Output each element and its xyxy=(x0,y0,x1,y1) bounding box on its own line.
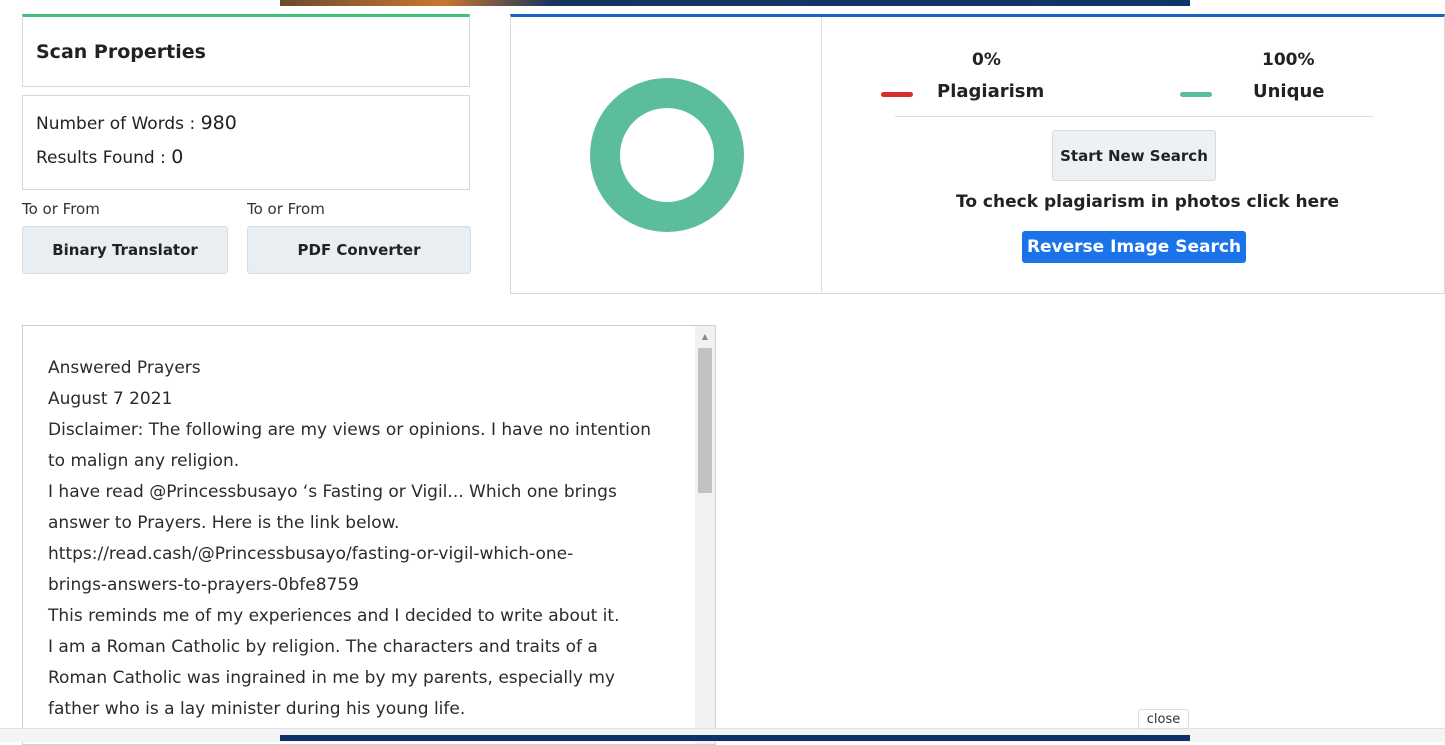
unique-ring xyxy=(590,78,744,232)
document-line: Disclaimer: The following are my views o… xyxy=(48,420,652,440)
document-line: https://read.cash/@Princessbusayo/fastin… xyxy=(48,544,574,564)
top-banner-ad[interactable] xyxy=(280,0,1190,6)
plagiarism-legend-swatch xyxy=(881,92,913,97)
plagiarism-donut-chart xyxy=(590,78,744,232)
document-line: I have read @Princessbusayo ‘s Fasting o… xyxy=(48,482,617,502)
scroll-up-arrow-icon[interactable]: ▲ xyxy=(695,326,715,346)
plagiarism-legend-label: Plagiarism xyxy=(937,81,1045,102)
close-ad-button[interactable]: close xyxy=(1138,709,1189,729)
document-line: Roman Catholic was ingrained in me by my… xyxy=(48,668,615,688)
word-count: Number of Words : 980 xyxy=(36,112,237,134)
document-text: Answered Prayers August 7 2021 Disclaimer:… xyxy=(48,353,688,725)
scan-properties-body: Number of Words : 980 Results Found : 0 xyxy=(22,95,470,190)
word-count-label: Number of Words : xyxy=(36,114,201,134)
scan-properties-title: Scan Properties xyxy=(36,41,206,63)
pdf-converter-caption: To or From xyxy=(247,200,325,218)
document-line: This reminds me of my experiences and I … xyxy=(48,606,620,626)
unique-legend-label: Unique xyxy=(1253,81,1325,102)
start-new-search-button[interactable]: Start New Search xyxy=(1052,130,1216,181)
plagiarism-percent: 0% xyxy=(972,50,1001,70)
bottom-banner-ad[interactable] xyxy=(280,735,1190,741)
binary-translator-caption: To or From xyxy=(22,200,100,218)
document-line: answer to Prayers. Here is the link belo… xyxy=(48,513,400,533)
results-found: Results Found : 0 xyxy=(36,146,183,168)
document-line: I am a Roman Catholic by religion. The c… xyxy=(48,637,598,657)
reverse-image-search-button[interactable]: Reverse Image Search xyxy=(1022,231,1246,263)
results-found-label: Results Found : xyxy=(36,148,172,168)
document-line: father who is a lay minister during his … xyxy=(48,699,466,719)
unique-legend-swatch xyxy=(1180,92,1212,97)
pdf-converter-button[interactable]: PDF Converter xyxy=(247,226,471,274)
scan-properties-header: Scan Properties xyxy=(22,14,470,87)
results-found-value: 0 xyxy=(171,146,184,168)
word-count-value: 980 xyxy=(200,112,237,134)
scrollbar-thumb[interactable] xyxy=(698,348,712,493)
document-line: Answered Prayers xyxy=(48,358,201,378)
unique-percent: 100% xyxy=(1262,50,1315,70)
document-line: brings-answers-to-prayers-0bfe8759 xyxy=(48,575,359,595)
photo-plagiarism-prompt: To check plagiarism in photos click here xyxy=(956,192,1340,212)
document-line: to malign any religion. xyxy=(48,451,240,471)
document-line: August 7 2021 xyxy=(48,389,173,409)
vertical-scrollbar[interactable]: ▲ xyxy=(695,326,715,744)
result-panel: 0% 100% Plagiarism Unique Start New Sear… xyxy=(510,14,1445,294)
document-text-area[interactable]: Answered Prayers August 7 2021 Disclaimer:… xyxy=(22,325,716,745)
binary-translator-button[interactable]: Binary Translator xyxy=(22,226,228,274)
result-separator xyxy=(895,116,1373,117)
result-divider xyxy=(821,17,822,294)
